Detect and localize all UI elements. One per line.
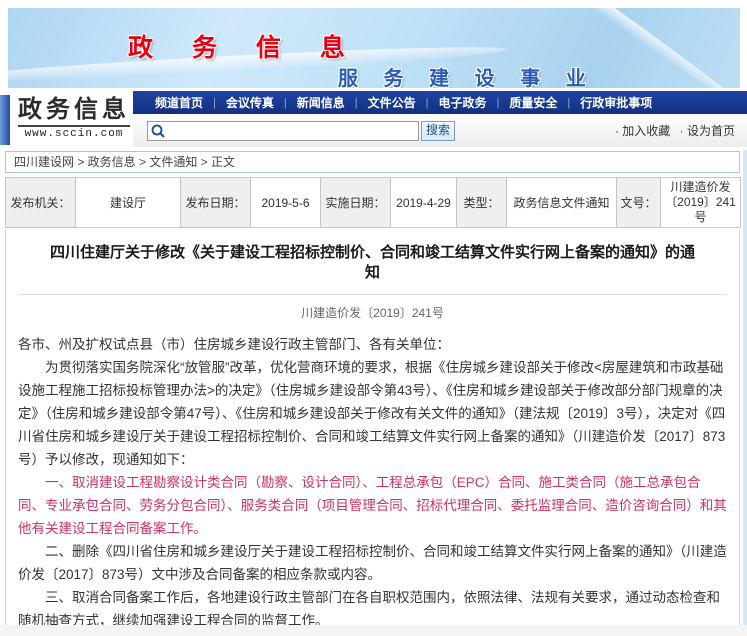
add-favorite-link[interactable]: · 加入收藏	[615, 124, 670, 138]
article: 四川住建厅关于修改《关于建设工程招标控制价、合同和竣工结算文件实行网上备案的通知…	[5, 230, 740, 636]
logo-bar-decoration	[0, 95, 10, 145]
article-title: 四川住建厅关于修改《关于建设工程招标控制价、合同和竣工结算文件实行网上备案的通知…	[18, 230, 727, 295]
banner-title: 政 务 信 息	[128, 28, 361, 64]
meta-value-3: 政务信息文件通知	[507, 178, 617, 228]
banner-subtitle: 服 务 建 设 事 业	[338, 62, 596, 88]
nav-item-2[interactable]: 新闻信息	[287, 94, 355, 111]
search-field-wrap	[147, 121, 419, 141]
site-logo[interactable]: 政务信息 www.sccin.com	[0, 91, 133, 147]
set-homepage-link[interactable]: · 设为首页	[680, 124, 735, 138]
meta-label-1: 发布日期：	[181, 178, 251, 228]
meta-value-1: 2019-5-6	[251, 178, 321, 228]
meta-value-4: 川建造价发〔2019〕241号	[661, 178, 741, 228]
meta-label-4: 文号：	[617, 178, 661, 228]
meta-value-0: 建设厅	[76, 178, 181, 228]
nav-item-3[interactable]: 文件公告	[358, 94, 426, 111]
top-banner: 政 务 信 息 服 务 建 设 事 业	[8, 8, 740, 88]
meta-label-3: 类型：	[457, 178, 507, 228]
search-button[interactable]: 搜索	[421, 121, 455, 141]
breadcrumb[interactable]: 四川建设网 > 政务信息 > 文件通知 > 正文	[5, 151, 740, 173]
right-edge-border	[743, 150, 747, 625]
nav-item-6[interactable]: 行政审批事项	[570, 94, 662, 111]
search-input[interactable]	[147, 121, 419, 141]
quick-links: · 加入收藏 · 设为首页	[609, 122, 739, 139]
search-icon	[150, 123, 166, 139]
meta-label-2: 实施日期：	[321, 178, 391, 228]
nav-item-4[interactable]: 电子政务	[429, 94, 497, 111]
article-paragraph-0: 各市、州及扩权试点县（市）住房城乡建设行政主管部门、各有关单位：	[18, 333, 727, 356]
article-paragraph-1: 为贯彻落实国务院深化“放管服”改革，优化营商环境的要求，根据《住房城乡建设部关于…	[18, 356, 727, 471]
logo-title: 政务信息	[18, 97, 130, 123]
header-right-column: 频道首页|会议传真|新闻信息|文件公告|电子政务|质量安全|行政审批事项 搜索 …	[133, 91, 747, 147]
logo-url: www.sccin.com	[18, 125, 130, 140]
meta-table-row: 发布机关：建设厅发布日期：2019-5-6实施日期：2019-4-29类型：政务…	[6, 178, 741, 228]
search-row: 搜索 · 加入收藏 · 设为首页	[133, 114, 747, 147]
nav-item-5[interactable]: 质量安全	[499, 94, 567, 111]
nav-item-0[interactable]: 频道首页	[145, 94, 213, 111]
meta-table: 发布机关：建设厅发布日期：2019-5-6实施日期：2019-4-29类型：政务…	[5, 177, 741, 228]
page: 政 务 信 息 服 务 建 设 事 业 政务信息 www.sccin.com 频…	[0, 0, 747, 636]
article-body: 各市、州及扩权试点县（市）住房城乡建设行政主管部门、各有关单位：为贯彻落实国务院…	[18, 333, 727, 636]
main-nav: 频道首页|会议传真|新闻信息|文件公告|电子政务|质量安全|行政审批事项	[133, 91, 747, 114]
logo-text: 政务信息 www.sccin.com	[18, 95, 130, 140]
document-number: 川建造价发〔2019〕241号	[18, 295, 727, 333]
meta-value-2: 2019-4-29	[391, 178, 457, 228]
article-paragraph-2: 一、取消建设工程勘察设计类合同（勘察、设计合同）、工程总承包（EPC）合同、施工…	[18, 471, 727, 540]
footer-strip	[0, 625, 747, 636]
nav-item-1[interactable]: 会议传真	[216, 94, 284, 111]
header: 政务信息 www.sccin.com 频道首页|会议传真|新闻信息|文件公告|电…	[0, 91, 747, 147]
meta-label-0: 发布机关：	[6, 178, 76, 228]
article-paragraph-3: 二、删除《四川省住房和城乡建设厅关于建设工程招标控制价、合同和竣工结算文件实行网…	[18, 540, 727, 586]
